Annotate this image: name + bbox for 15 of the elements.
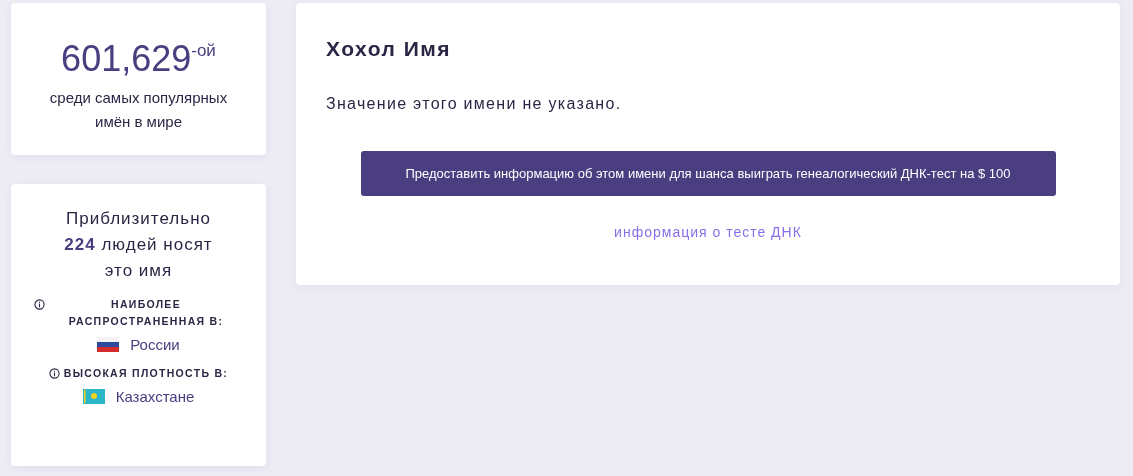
dna-test-link[interactable]: информация о тесте ДНК: [614, 224, 802, 240]
section-label: ВЫСОКАЯ ПЛОТНОСТЬ В:: [63, 366, 229, 381]
flag-icon: [97, 337, 120, 352]
flag-icon: [82, 389, 105, 404]
name-title: Хохол Имя: [326, 37, 453, 61]
section-label: НАИБОЛЕЕ РАСПРОСТРАНЕННАЯ В:: [67, 297, 225, 329]
meaning-text: Значение этого имени не указано.: [326, 95, 623, 113]
people-estimate: Приблизительно 224 людей носят это имя: [63, 208, 214, 282]
submit-info-button[interactable]: Предоставить информацию об этом имени для шанса выиграть генеалогический ДНК-тест на $ 100: [360, 151, 1056, 196]
country-name: России: [130, 336, 180, 353]
rank-number: 601,629$^{-ой}$: [61, 37, 216, 79]
rank-caption: среди самых популярных имён в мире: [48, 88, 229, 132]
country-name: Казахстане: [115, 388, 195, 405]
info-icon: [48, 368, 60, 379]
info-icon: [33, 299, 45, 310]
